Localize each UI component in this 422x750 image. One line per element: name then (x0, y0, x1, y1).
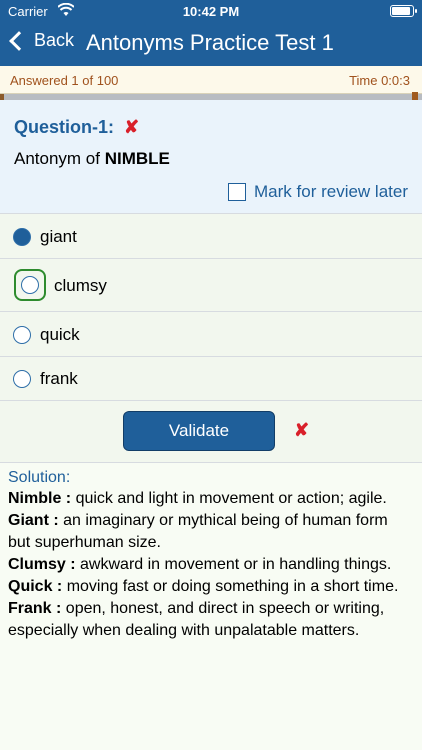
question-number: Question-1: (14, 117, 115, 137)
prompt-prefix: Antonym of (14, 149, 100, 168)
question-prompt: Antonym of NIMBLE (14, 149, 170, 169)
solution-term: Giant : (8, 512, 59, 529)
validate-button[interactable]: Validate (123, 411, 275, 451)
solution-definition: quick and light in movement or action; a… (75, 490, 387, 507)
radio-icon (21, 276, 39, 294)
answered-count: Answered 1 of 100 (10, 73, 119, 88)
solution-item: Giant : an imaginary or mythical being o… (8, 510, 412, 554)
radio-selected-icon (13, 228, 31, 246)
mark-review-label: Mark for review later (254, 182, 408, 201)
status-bar: Carrier 10:42 PM (0, 0, 422, 22)
solution-term: Nimble : (8, 490, 72, 507)
radio-icon (13, 370, 31, 388)
solution-term: Clumsy : (8, 556, 76, 573)
question-panel: Question-1: ✘ Antonym of NIMBLE Mark for… (0, 100, 422, 214)
progress-strip: Answered 1 of 100 Time 0:0:3 (0, 66, 422, 94)
battery-icon (390, 5, 417, 17)
radio-icon (13, 326, 31, 344)
checkbox-icon (228, 183, 247, 201)
solution-definition: open, honest, and direct in speech or wr… (8, 600, 385, 639)
elapsed-time: Time 0:0:3 (349, 73, 410, 88)
page-title: Antonyms Practice Test 1 (86, 30, 334, 55)
solution-term: Frank : (8, 600, 62, 617)
option-giant[interactable]: giant (0, 214, 422, 259)
app-header: Carrier 10:42 PM Back Antonyms Practice … (0, 0, 422, 66)
status-time: 10:42 PM (182, 4, 240, 19)
option-label: giant (40, 227, 77, 246)
back-label: Back (34, 30, 75, 50)
solution-definition: awkward in movement or in handling thing… (80, 556, 392, 573)
solution-item: Nimble : quick and light in movement or … (8, 488, 412, 510)
solution-item: Clumsy : awkward in movement or in handl… (8, 554, 412, 576)
solution-term: Quick : (8, 578, 63, 595)
chevron-left-icon (9, 30, 29, 51)
solution-title: Solution: (8, 469, 71, 486)
solution-item: Quick : moving fast or doing something i… (8, 576, 412, 598)
option-clumsy[interactable]: clumsy (0, 259, 422, 312)
wrong-answer-icon: ✘ (294, 420, 310, 440)
option-frank[interactable]: frank (0, 357, 422, 401)
back-button[interactable]: Back (9, 30, 75, 51)
prompt-word: NIMBLE (104, 149, 170, 168)
option-label: clumsy (54, 276, 107, 295)
option-label: frank (40, 369, 78, 388)
mark-review-checkbox[interactable]: Mark for review later (228, 182, 408, 202)
nav-bar: Back Antonyms Practice Test 1 (0, 24, 422, 64)
solution-item: Frank : open, honest, and direct in spee… (8, 598, 412, 642)
solution-definition: an imaginary or mythical being of human … (8, 512, 388, 551)
option-quick[interactable]: quick (0, 312, 422, 357)
wrong-answer-icon: ✘ (124, 117, 140, 137)
solution-panel: Solution: Nimble : quick and light in mo… (0, 462, 422, 750)
option-label: quick (40, 325, 80, 344)
solution-definition: moving fast or doing something in a shor… (66, 578, 399, 595)
